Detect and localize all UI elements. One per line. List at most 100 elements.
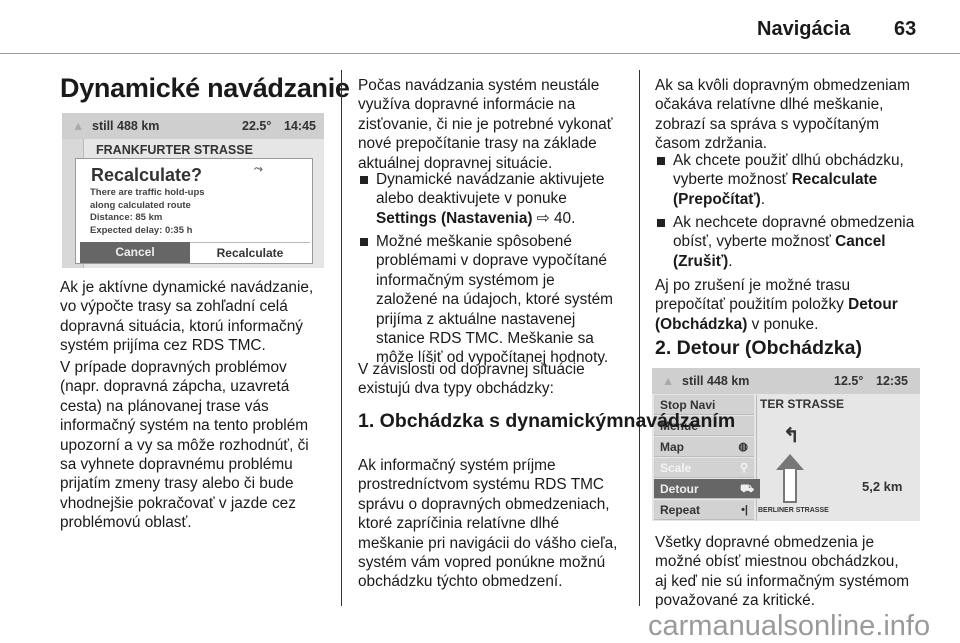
status-bar: ▲ still 488 km 22.5° 14:45 <box>62 113 324 139</box>
text-line: navádzaním <box>623 410 736 432</box>
turn-left-arrow-icon: ↰ <box>783 425 800 447</box>
text-line: prijatím zmeny trasy alebo či bude <box>60 475 294 493</box>
running-header-section: Navigácia <box>757 18 851 40</box>
status-bar: ▲ still 448 km 12.5° 12:35 <box>652 368 920 394</box>
bullet-item: Možné meškanie spôsobené problémami v dop… <box>358 232 613 368</box>
text-line: 1. Obchádzka s dynamickým <box>358 410 624 432</box>
text-line: (Prepočítať). <box>673 190 904 209</box>
recalculate-button[interactable]: Recalculate <box>190 242 310 263</box>
paragraph: Všetky dopravné obmedzenia je možné obísť… <box>655 533 909 611</box>
text-line: Settings (Nastavenia) ⇨ 40. <box>376 209 604 228</box>
text-line: považované za kritické. <box>655 592 815 610</box>
menu-term: (Obchádzka) <box>655 315 748 333</box>
text-line: nové prepočítanie trasy na základe <box>358 135 597 153</box>
text-line: vhodnejšie pokračovať v jazde cez <box>60 494 296 512</box>
text-line: (Zrušiť). <box>673 252 914 271</box>
text-line: prostredníctvom systému RDS TMC <box>358 476 605 494</box>
dialog-text: There are traffic hold-ups <box>90 187 205 198</box>
bullet-item: Dynamické navádzanie aktivujete alebo dea… <box>358 170 604 228</box>
text-line: Ak informačný systém príjme <box>358 457 556 474</box>
remaining-distance: still 448 km <box>682 374 750 388</box>
menu-item-scale[interactable]: Scale ⚲ <box>654 458 754 478</box>
text-line: 2. Detour (Obchádzka) <box>655 337 862 359</box>
text-line: Všetky dopravné obmedzenia je <box>655 534 875 551</box>
text-line: Dynamické navádzanie aktivujete <box>376 171 605 188</box>
menu-item-detour[interactable]: Detour ⛟ <box>654 479 760 499</box>
text-line: sa vyhnete dopravnému problému <box>60 456 293 474</box>
watermark: carmanualsonline.info <box>648 610 931 642</box>
text-line: Ak je aktívne dynamické navádzanie, <box>60 279 314 296</box>
paragraph: V závislosti od dopravnej situácie existu… <box>358 360 585 399</box>
menu-item-map[interactable]: Map ◍ <box>654 437 754 457</box>
column-divider <box>639 70 640 606</box>
dialog-delay: Expected delay: 0:35 h <box>90 224 193 236</box>
current-street: FRANKFURTER STRASSE <box>96 143 253 157</box>
text-line: aj keď nie sú informačným systémom <box>655 572 910 590</box>
detour-icon: ⤳ <box>254 163 263 175</box>
menu-item-label: Detour <box>660 482 699 496</box>
paragraph: Ak informačný systém príjme prostredníctv… <box>358 456 617 592</box>
text-line: Aj po zrušení je možné trasu <box>655 277 851 294</box>
paragraph: Ak sa kvôli dopravným obmedzeniam očakáva… <box>655 76 910 154</box>
text-line: V prípade dopravných problémov <box>60 359 287 376</box>
text-run: . <box>728 252 733 270</box>
text-line: zisťovanie, či nie je potrebné vykonať <box>358 115 613 133</box>
text-run: prepočítať použitím položky <box>655 296 849 314</box>
recalculate-dialog: Recalculate? ⤳ There are traffic hold-up… <box>75 158 313 264</box>
menu-term: Detour <box>848 296 898 314</box>
text-line: využíva dopravné informácie na <box>358 96 576 114</box>
text-line: existujú dva typy obchádzky: <box>358 380 554 398</box>
recalculate-dialog-screenshot: ▲ still 488 km 22.5° 14:45 FRANKFURTER S… <box>62 113 324 268</box>
menu-item-repeat[interactable]: Repeat •| <box>654 500 754 520</box>
text-line: upozorní a vy sa môže rozhodnúť, či <box>60 436 309 454</box>
menu-term: Cancel <box>835 233 886 251</box>
detour-menu-screenshot: ▲ still 448 km 12.5° 12:35 TER STRASSE S… <box>652 368 920 521</box>
text-line: dopravná situácia, ktorú informačný <box>60 317 303 335</box>
menu-item-label: Scale <box>660 461 692 475</box>
text-line: informačným systémom je <box>376 271 555 289</box>
paragraph: Ak je aktívne dynamické navádzanie, vo vý… <box>60 278 313 356</box>
text-line: správu o dopravných obmedzeniach, <box>358 495 610 513</box>
menu-term: (Zrušiť) <box>673 252 729 270</box>
menu-term: (Prepočítať) <box>673 190 761 208</box>
header-divider <box>0 53 960 54</box>
bullet-square-icon <box>360 238 368 246</box>
menu-term: Settings (Nastavenia) <box>376 209 533 227</box>
navigation-arrow-icon: ▲ <box>72 119 85 133</box>
cancel-button[interactable]: Cancel <box>80 242 190 263</box>
text-run: . <box>760 190 766 208</box>
clock: 14:45 <box>284 119 316 133</box>
text-line: informačný systém na tento problém <box>60 417 309 435</box>
clock: 12:35 <box>876 374 908 388</box>
straight-arrow-icon <box>776 454 804 470</box>
text-line: Ak sa kvôli dopravným obmedzeniam <box>655 77 910 94</box>
text-line: meškanie pri navigácii do vášho cieľa, <box>358 534 618 552</box>
text-line: problémami v doprave vypočítané <box>376 252 607 270</box>
page-number: 63 <box>894 18 917 40</box>
menu-item-label: Repeat <box>660 503 701 517</box>
turn-distance: 5,2 km <box>862 479 903 494</box>
text-line: Možné meškanie spôsobené <box>376 233 572 250</box>
traffic-cars-icon: ⛟ <box>740 483 754 495</box>
text-line: vo výpočte trasy sa zohľadní celá <box>60 298 288 316</box>
text-line: V závislosti od dopravnej situácie <box>358 361 585 378</box>
bullet-item: Ak chcete použiť dlhú obchádzku, vyberte … <box>655 151 904 209</box>
paragraph: V prípade dopravných problémov (napr. dop… <box>60 358 309 533</box>
text-run: ⇨ 40. <box>532 209 576 227</box>
text-line: zobrazí sa správa s vypočítaným <box>655 115 880 133</box>
text-line: (Obchádzka) v ponuke. <box>655 315 898 334</box>
text-line: možné obísť miestnou obchádzkou, <box>655 553 899 571</box>
bullet-square-icon <box>360 176 368 184</box>
text-line: cesta) na plánovanej trase vás <box>60 397 269 415</box>
paragraph: Aj po zrušení je možné trasu prepočítať p… <box>655 276 898 334</box>
text-line: založené na údajoch, ktoré systém <box>376 291 613 309</box>
text-line: systém prijíma cez RDS TMC. <box>60 337 266 355</box>
globe-icon: ◍ <box>738 441 748 453</box>
text-line: prepočítať použitím položky Detour <box>655 295 898 314</box>
paragraph: Počas navádzania systém neustále využíva … <box>358 76 613 173</box>
text-line: ktoré zapríčinia relatívne dlhé <box>358 515 560 533</box>
magnifier-icon: ⚲ <box>739 462 748 474</box>
text-line: vyberte možnosť Recalculate <box>673 170 904 189</box>
bullet-item: Ak nechcete dopravné obmedzenia obísť, vy… <box>655 213 914 271</box>
temperature: 22.5° <box>242 119 272 133</box>
